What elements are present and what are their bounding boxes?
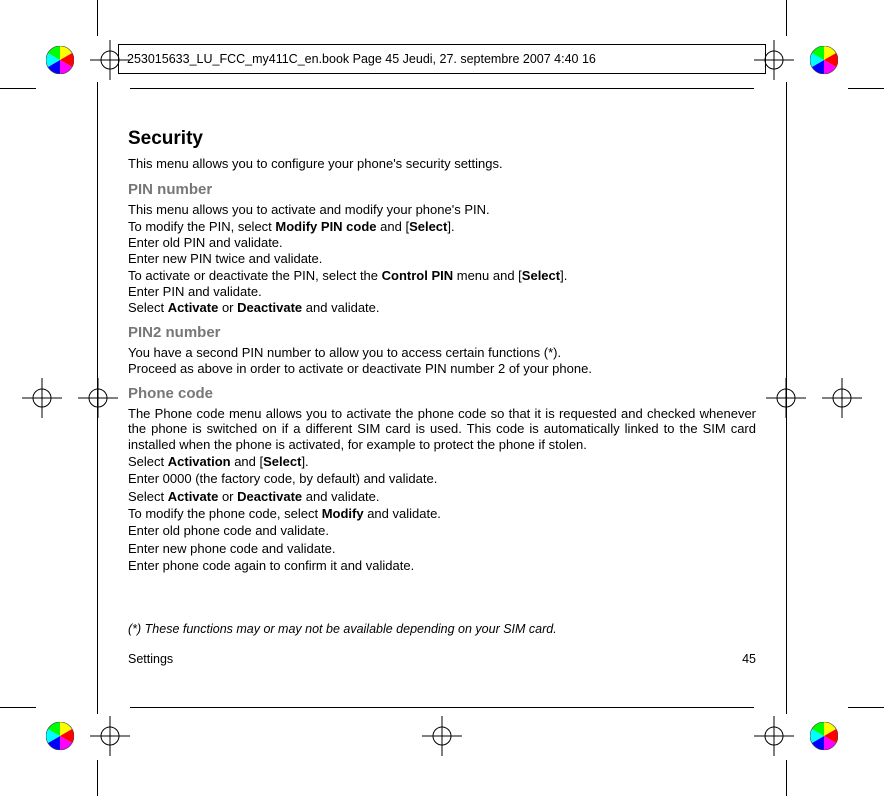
colorwheel-icon (810, 722, 838, 750)
registration-mark-icon (22, 378, 62, 418)
colorwheel-icon (810, 46, 838, 74)
phonecode-line: Enter 0000 (the factory code, by default… (128, 471, 756, 486)
page-edge-line (786, 82, 787, 714)
phonecode-line: To modify the phone code, select Modify … (128, 506, 756, 521)
crop-line (97, 760, 98, 796)
crop-line (0, 707, 36, 708)
pin-line: Select Activate or Deactivate and valida… (128, 300, 756, 315)
page-edge-line (97, 82, 98, 714)
registration-mark-icon (422, 716, 462, 756)
registration-mark-icon (822, 378, 862, 418)
phonecode-paragraph: The Phone code menu allows you to activa… (128, 406, 756, 452)
security-intro: This menu allows you to configure your p… (128, 156, 756, 171)
registration-mark-icon (78, 378, 118, 418)
pin2-line: You have a second PIN number to allow yo… (128, 345, 756, 360)
pin2-line: Proceed as above in order to activate or… (128, 361, 756, 376)
crop-line (848, 707, 884, 708)
pin-line: Enter new PIN twice and validate. (128, 251, 756, 266)
heading-phone-code: Phone code (128, 385, 756, 402)
pin-line: Enter old PIN and validate. (128, 235, 756, 250)
crop-line (786, 0, 787, 36)
registration-mark-icon (90, 716, 130, 756)
phonecode-line: Select Activation and [Select]. (128, 454, 756, 469)
section-title-security: Security (128, 128, 756, 150)
page-footer: Settings 45 (128, 652, 756, 666)
pin-line: Enter PIN and validate. (128, 284, 756, 299)
phonecode-line: Enter phone code again to confirm it and… (128, 558, 756, 573)
pin-line: To activate or deactivate the PIN, selec… (128, 268, 756, 283)
footer-page-number: 45 (742, 652, 756, 666)
footnote-text: (*) These functions may or may not be av… (128, 622, 557, 636)
crop-line (786, 760, 787, 796)
pin-line: To modify the PIN, select Modify PIN cod… (128, 219, 756, 234)
heading-pin2-number: PIN2 number (128, 324, 756, 341)
phonecode-line: Select Activate or Deactivate and valida… (128, 489, 756, 504)
footnote: (*) These functions may or may not be av… (128, 622, 756, 636)
crop-line (848, 88, 884, 89)
registration-mark-icon (754, 716, 794, 756)
footer-section: Settings (128, 652, 173, 666)
phonecode-line: Enter new phone code and validate. (128, 541, 756, 556)
phonecode-line: Enter old phone code and validate. (128, 523, 756, 538)
colorwheel-icon (46, 722, 74, 750)
document-header-text: 253015633_LU_FCC_my411C_en.book Page 45 … (127, 52, 596, 66)
heading-pin-number: PIN number (128, 181, 756, 198)
crop-line (97, 0, 98, 36)
document-header: 253015633_LU_FCC_my411C_en.book Page 45 … (118, 44, 766, 74)
page-edge-line (130, 707, 754, 708)
crop-line (0, 88, 36, 89)
colorwheel-icon (46, 46, 74, 74)
pin-line: This menu allows you to activate and mod… (128, 202, 756, 217)
page-root: { "header": { "text": "253015633_LU_FCC_… (0, 0, 884, 796)
content-area: Security This menu allows you to configu… (128, 128, 756, 575)
page-edge-line (130, 88, 754, 89)
